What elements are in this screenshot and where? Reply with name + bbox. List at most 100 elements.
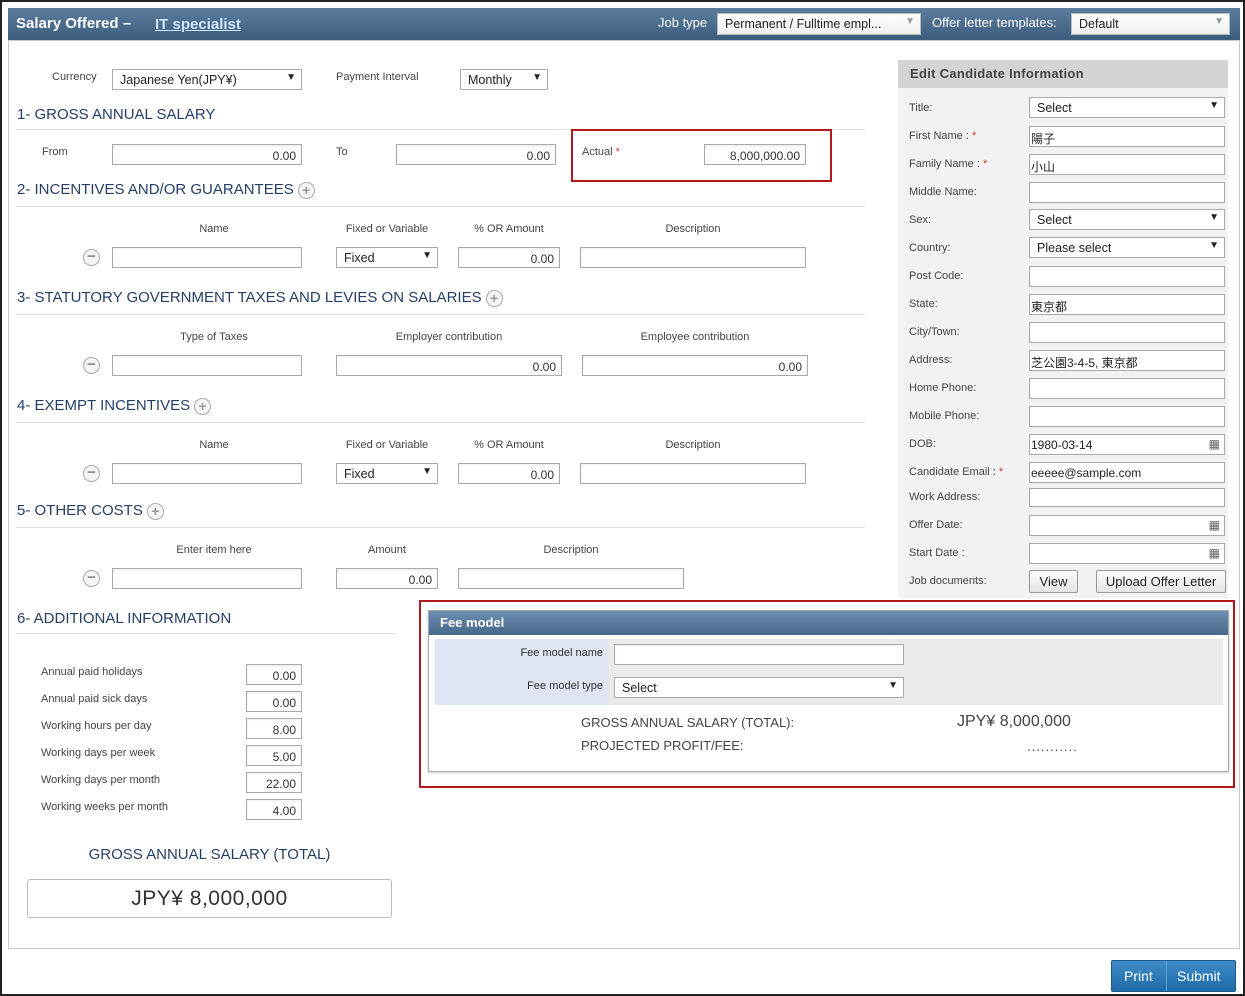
calendar-icon[interactable]: ▦	[1209, 546, 1220, 560]
remove-row-icon[interactable]: −	[83, 465, 100, 482]
tax-type-input[interactable]	[112, 355, 302, 376]
incentive-fixed-select[interactable]: Fixed ▼	[336, 247, 438, 268]
calendar-icon[interactable]: ▦	[1209, 437, 1220, 451]
middle-name-input[interactable]	[1029, 182, 1225, 203]
exempt-fixed-select[interactable]: Fixed ▼	[336, 463, 438, 484]
remove-row-icon[interactable]: −	[83, 570, 100, 587]
incentive-description-input[interactable]	[580, 247, 806, 268]
family-name-input[interactable]: 小山	[1029, 154, 1225, 175]
employee-contribution-input[interactable]: 0.00	[582, 355, 808, 376]
fee-name-input[interactable]	[614, 644, 904, 665]
incentive-name-input[interactable]	[112, 247, 302, 268]
remove-row-icon[interactable]: −	[83, 357, 100, 374]
start-date-input[interactable]: ▦	[1029, 543, 1225, 564]
templates-value: Default	[1079, 17, 1119, 31]
mobile-phone-input[interactable]	[1029, 406, 1225, 427]
title-select[interactable]: Select ▼	[1029, 97, 1225, 118]
cost-amount-input[interactable]: 0.00	[336, 568, 438, 589]
additional-value-input[interactable]: 5.00	[246, 745, 302, 766]
exempt-amount-input[interactable]: 0.00	[458, 463, 560, 484]
currency-value: Japanese Yen(JPY¥)	[120, 73, 237, 87]
address-input[interactable]: 芝公園3-4-5, 東京都	[1029, 350, 1225, 371]
col-description: Description	[665, 439, 721, 451]
fee-profit-value: ...........	[1027, 739, 1078, 754]
calendar-icon[interactable]: ▦	[1209, 518, 1220, 532]
home-phone-input[interactable]	[1029, 378, 1225, 399]
dob-input[interactable]: 1980-03-14 ▦	[1029, 434, 1225, 455]
add-exempt-icon[interactable]: +	[194, 397, 212, 415]
required-mark: *	[971, 130, 977, 142]
city-input[interactable]	[1029, 322, 1225, 343]
additional-value-input[interactable]: 22.00	[246, 772, 302, 793]
page-title: Salary Offered –	[16, 15, 132, 32]
actual-label-text: Actual	[582, 146, 613, 158]
currency-select[interactable]: Japanese Yen(JPY¥) ▼	[112, 69, 302, 90]
chevron-down-icon: ▼	[1214, 16, 1224, 27]
fee-profit-label: PROJECTED PROFIT/FEE:	[581, 738, 744, 753]
salary-actual-input[interactable]: 8,000,000.00	[704, 144, 806, 165]
required-mark: *	[982, 158, 988, 170]
additional-label: Working days per month	[41, 774, 161, 786]
chevron-down-icon: ▼	[905, 16, 915, 27]
add-tax-icon[interactable]: +	[485, 289, 503, 307]
add-incentive-icon[interactable]: +	[297, 181, 315, 199]
to-label: To	[336, 146, 348, 158]
gross-total-label: GROSS ANNUAL SALARY (TOTAL)	[88, 846, 331, 863]
salary-to-input[interactable]: 0.00	[396, 144, 556, 165]
add-cost-icon[interactable]: +	[146, 502, 164, 520]
additional-value-input[interactable]: 4.00	[246, 799, 302, 820]
email-label-text: Candidate Email :	[909, 466, 996, 478]
chevron-down-icon: ▼	[422, 250, 432, 261]
job-type-label: Job type	[658, 15, 708, 30]
section-incentives-text: 2- INCENTIVES AND/OR GUARANTEES	[17, 181, 294, 198]
dob-label: DOB:	[909, 438, 936, 450]
submit-button[interactable]: Submit	[1177, 968, 1221, 984]
work-address-input[interactable]	[1029, 488, 1225, 507]
job-type-select[interactable]: Permanent / Fulltime empl... ▼	[717, 13, 921, 35]
email-input[interactable]: eeeee@sample.com	[1029, 462, 1225, 483]
salary-from-input[interactable]: 0.00	[112, 144, 302, 165]
col-amount: % OR Amount	[474, 223, 544, 235]
additional-label: Working days per week	[41, 747, 156, 759]
additional-value-input[interactable]: 0.00	[246, 691, 302, 712]
state-input[interactable]: 東京都	[1029, 294, 1225, 315]
exempt-name-input[interactable]	[112, 463, 302, 484]
additional-value-input[interactable]: 0.00	[246, 664, 302, 685]
offer-date-input[interactable]: ▦	[1029, 515, 1225, 536]
chevron-down-icon: ▼	[1209, 100, 1219, 111]
post-code-input[interactable]	[1029, 266, 1225, 287]
first-name-input[interactable]: 陽子	[1029, 126, 1225, 147]
additional-label: Annual paid sick days	[41, 693, 148, 705]
interval-value: Monthly	[468, 73, 512, 87]
upload-offer-letter-button[interactable]: Upload Offer Letter	[1096, 570, 1226, 593]
sex-select[interactable]: Select ▼	[1029, 209, 1225, 230]
section-taxes-title: 3- STATUTORY GOVERNMENT TAXES AND LEVIES…	[17, 289, 503, 307]
fee-name-label: Fee model name	[435, 639, 609, 672]
incentive-amount-input[interactable]: 0.00	[458, 247, 560, 268]
fee-type-row: Fee model type Select ▼	[435, 672, 1223, 705]
required-mark: *	[615, 146, 620, 158]
country-select[interactable]: Please select ▼	[1029, 237, 1225, 258]
additional-value-input[interactable]: 8.00	[246, 718, 302, 739]
remove-row-icon[interactable]: −	[83, 249, 100, 266]
chevron-down-icon: ▼	[286, 72, 296, 83]
chevron-down-icon: ▼	[888, 680, 898, 691]
print-button[interactable]: Print	[1124, 968, 1153, 984]
start-date-label: Start Date :	[909, 547, 965, 559]
interval-select[interactable]: Monthly ▼	[460, 69, 548, 90]
cost-description-input[interactable]	[458, 568, 684, 589]
col-name: Name	[199, 223, 229, 235]
section-gross-salary-title: 1- GROSS ANNUAL SALARY	[17, 106, 216, 123]
fee-type-select[interactable]: Select ▼	[614, 677, 904, 698]
job-title-link[interactable]: IT specialist	[155, 16, 241, 33]
middle-name-label: Middle Name:	[909, 186, 977, 198]
cost-item-input[interactable]	[112, 568, 302, 589]
section-taxes-text: 3- STATUTORY GOVERNMENT TAXES AND LEVIES…	[17, 289, 482, 306]
exempt-description-input[interactable]	[580, 463, 806, 484]
employer-contribution-input[interactable]: 0.00	[336, 355, 562, 376]
chevron-down-icon: ▼	[1209, 240, 1219, 251]
view-button[interactable]: View	[1029, 570, 1078, 593]
templates-select[interactable]: Default ▼	[1071, 13, 1230, 35]
fee-type-label: Fee model type	[435, 672, 609, 705]
col-amount: Amount	[368, 544, 406, 556]
